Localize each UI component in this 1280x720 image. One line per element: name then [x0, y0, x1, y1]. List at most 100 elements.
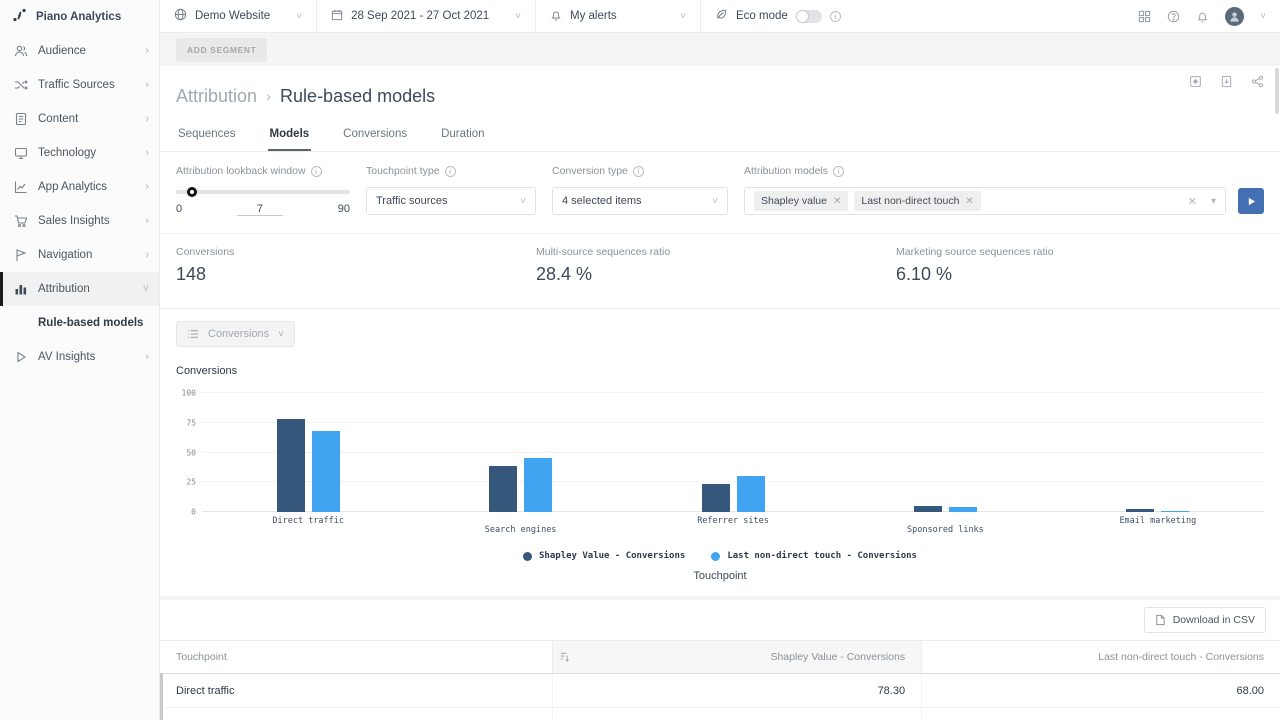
- sidebar-item-navigation[interactable]: Navigation ›: [0, 238, 159, 272]
- chevron-down-icon[interactable]: ˅: [1260, 11, 1266, 22]
- kpi-multi-source-sequences-ratio: Multi-source sequences ratio 28.4 %: [536, 246, 896, 308]
- chevron-down-icon: ˅: [520, 196, 526, 207]
- plot-area: [202, 393, 1264, 512]
- date-range-selector[interactable]: 28 Sep 2021 - 27 Oct 2021 ˅: [317, 0, 536, 32]
- sidebar-item-traffic-sources[interactable]: Traffic Sources ›: [0, 68, 159, 102]
- kpi-row: Conversions 148Multi-source sequences ra…: [160, 234, 1280, 309]
- legend-dot: [523, 552, 532, 561]
- chevron-down-icon: ˅: [143, 283, 149, 295]
- apps-grid-icon[interactable]: [1138, 10, 1151, 23]
- bar: [524, 458, 552, 512]
- page-title: Rule-based models: [280, 86, 435, 107]
- user-avatar[interactable]: [1225, 7, 1244, 26]
- eco-mode-label: Eco mode: [736, 10, 788, 22]
- add-segment-button[interactable]: ADD SEGMENT: [176, 38, 267, 62]
- breadcrumb-parent[interactable]: Attribution: [176, 86, 257, 107]
- attribution-models-label: Attribution models: [744, 165, 828, 177]
- sidebar-item-technology[interactable]: Technology ›: [0, 136, 159, 170]
- bar: [489, 466, 517, 512]
- document-icon: [13, 112, 28, 127]
- attribution-table: Touchpoint Shapley Value - Conversions L…: [160, 640, 1280, 720]
- column-header-lastnondirect[interactable]: Last non-direct touch - Conversions: [922, 641, 1280, 674]
- bar-chart: 0255075100: [176, 393, 1264, 512]
- sidebar-subitem-rule-based-models[interactable]: Rule-based models: [0, 306, 159, 340]
- share-icon[interactable]: [1251, 75, 1264, 88]
- site-selector[interactable]: Demo Website ˅: [160, 0, 317, 32]
- chart-section: Conversions ˅ Conversions 0255075100 Dir…: [160, 309, 1280, 596]
- chevron-right-icon: ›: [145, 45, 149, 57]
- tab-sequences[interactable]: Sequences: [176, 122, 238, 151]
- bar: [277, 419, 305, 512]
- add-widget-icon[interactable]: [1189, 75, 1202, 88]
- lookback-label: Attribution lookback window: [176, 165, 306, 177]
- bar: [312, 431, 340, 512]
- brand-header[interactable]: Piano Analytics: [0, 0, 159, 34]
- lookback-value-input[interactable]: [237, 203, 283, 216]
- sidebar-item-attribution[interactable]: Attribution ˅: [0, 272, 159, 306]
- page-scrollbar-thumb[interactable]: [1275, 68, 1279, 114]
- bar: [1126, 509, 1154, 512]
- site-name: Demo Website: [195, 10, 270, 22]
- sort-icon[interactable]: [560, 652, 569, 665]
- chart-title: Conversions: [176, 365, 1264, 377]
- run-query-button[interactable]: [1238, 188, 1264, 214]
- tab-conversions[interactable]: Conversions: [341, 122, 409, 151]
- conversion-type-value: 4 selected items: [562, 195, 641, 207]
- conversion-type-select[interactable]: 4 selected items ˅: [552, 187, 728, 215]
- x-axis-title: Touchpoint: [176, 570, 1264, 596]
- bar-group-search-engines: [414, 393, 626, 512]
- shuffle-icon: [13, 78, 28, 93]
- alerts-selector[interactable]: My alerts ˅: [536, 0, 701, 32]
- notifications-bell-icon[interactable]: [1196, 10, 1209, 23]
- tab-duration[interactable]: Duration: [439, 122, 486, 151]
- chevron-right-icon: ›: [145, 113, 149, 125]
- conversion-type-label: Conversion type: [552, 165, 628, 177]
- export-icon[interactable]: [1220, 75, 1233, 88]
- chevron-down-icon[interactable]: ▾: [1211, 196, 1216, 207]
- sidebar-item-av-insights[interactable]: AV Insights ›: [0, 340, 159, 374]
- metric-selector[interactable]: Conversions ˅: [176, 321, 295, 347]
- conversion-type-filter: Conversion type i 4 selected items ˅: [552, 165, 728, 233]
- list-icon: [187, 329, 199, 339]
- sidebar-item-audience[interactable]: Audience ›: [0, 34, 159, 68]
- eco-mode-section: Eco mode i: [701, 0, 855, 32]
- attribution-models-select[interactable]: Shapley value✕Last non-direct touch✕ ✕ ▾: [744, 187, 1226, 215]
- header-actions: [1189, 75, 1264, 88]
- leaf-icon: [715, 8, 728, 24]
- clear-selection-icon[interactable]: ✕: [1188, 195, 1197, 208]
- breadcrumb-separator: ›: [266, 88, 271, 105]
- legend-entry[interactable]: Last non-direct touch - Conversions: [711, 551, 917, 561]
- globe-icon: [174, 8, 187, 24]
- help-icon[interactable]: [1167, 10, 1180, 23]
- table-scrollbar[interactable]: [160, 673, 163, 720]
- eco-mode-toggle[interactable]: [796, 10, 822, 23]
- chevron-right-icon: ›: [145, 79, 149, 91]
- sidebar-item-app-analytics[interactable]: App Analytics ›: [0, 170, 159, 204]
- touchpoint-type-filter: Touchpoint type i Traffic sources ˅: [366, 165, 536, 233]
- chevron-down-icon: ˅: [278, 329, 284, 340]
- info-icon: i: [830, 11, 841, 22]
- download-csv-label: Download in CSV: [1173, 614, 1255, 626]
- bar-group-direct-traffic: [202, 393, 414, 512]
- slider-min: 0: [176, 203, 182, 215]
- column-header-touchpoint[interactable]: Touchpoint: [160, 641, 552, 674]
- download-csv-button[interactable]: Download in CSV: [1144, 607, 1266, 633]
- sidebar-item-sales-insights[interactable]: Sales Insights ›: [0, 204, 159, 238]
- legend-entry[interactable]: Shapley Value - Conversions: [523, 551, 685, 561]
- lookback-slider[interactable]: [176, 187, 350, 197]
- remove-chip-icon[interactable]: ✕: [965, 196, 973, 207]
- remove-chip-icon[interactable]: ✕: [833, 196, 841, 207]
- chevron-down-icon: ˅: [680, 11, 686, 22]
- x-axis-categories: Direct trafficSearch enginesReferrer sit…: [202, 512, 1264, 535]
- slider-track: [176, 190, 350, 194]
- table-row: Search engines 39.00 45.00: [160, 708, 1280, 720]
- chevron-right-icon: ›: [145, 215, 149, 227]
- bar-group-sponsored-links: [839, 393, 1051, 512]
- slider-handle[interactable]: [187, 187, 197, 197]
- info-icon: i: [445, 166, 456, 177]
- tab-models[interactable]: Models: [268, 122, 312, 151]
- touchpoint-type-select[interactable]: Traffic sources ˅: [366, 187, 536, 215]
- column-header-shapley[interactable]: Shapley Value - Conversions: [552, 641, 922, 674]
- sidebar-item-content[interactable]: Content ›: [0, 102, 159, 136]
- chevron-down-icon: ˅: [515, 11, 521, 22]
